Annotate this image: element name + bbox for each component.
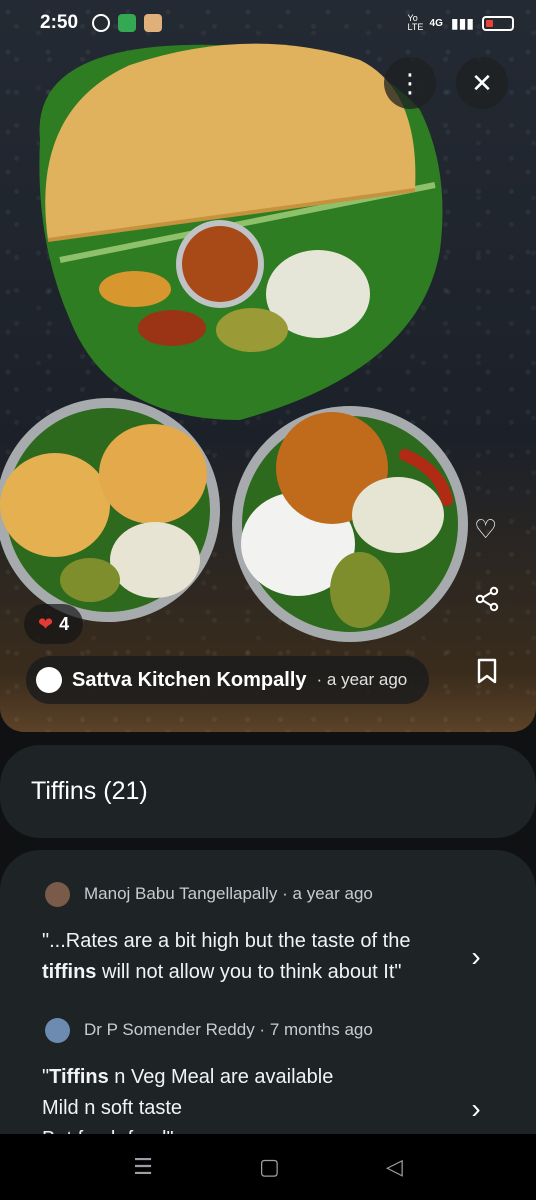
author-name: Sattva Kitchen Kompally	[72, 668, 307, 691]
bookmark-icon[interactable]	[476, 658, 498, 691]
close-icon: ✕	[471, 67, 493, 98]
podi-idli-1	[0, 453, 110, 557]
author-avatar	[36, 667, 62, 693]
green-app-icon	[118, 14, 137, 32]
podi	[99, 271, 171, 307]
green-chutney	[216, 308, 288, 352]
status-right: Yo LTE 4G ▮▮▮	[408, 14, 514, 32]
dish-title-card[interactable]: Tiffins (21)	[0, 745, 536, 838]
dish-title: Tiffins (21)	[31, 777, 148, 805]
recents-icon[interactable]: ☰	[133, 1154, 153, 1180]
more-options-button[interactable]: ⋮	[384, 57, 436, 109]
review-item[interactable]: Dr P Somender Reddy · 7 months ago "Tiff…	[0, 1016, 536, 1134]
author-time: · a year ago	[316, 670, 408, 689]
whatsapp-icon	[92, 14, 111, 32]
reviewer-meta: Manoj Babu Tangellapally · a year ago	[84, 884, 373, 903]
notification-icons	[92, 14, 163, 32]
back-icon[interactable]: ◁	[386, 1154, 403, 1180]
system-nav-bar: ☰ ▢ ◁	[0, 1134, 536, 1200]
chutney-left	[110, 522, 200, 598]
heart-filled-icon: ❤	[38, 613, 54, 634]
close-button[interactable]: ✕	[456, 57, 508, 109]
home-icon[interactable]: ▢	[259, 1154, 280, 1180]
status-bar: 2:50 Yo LTE 4G ▮▮▮	[0, 0, 536, 46]
battery-icon	[482, 15, 514, 31]
more-vert-icon: ⋮	[397, 67, 423, 98]
volte-label: Yo LTE	[407, 13, 424, 32]
signal-icon: ▮▮▮	[450, 14, 474, 31]
reviews-card: Manoj Babu Tangellapally · a year ago ".…	[0, 850, 536, 1134]
chevron-right-icon[interactable]: ›	[456, 1062, 496, 1134]
box-app-icon	[144, 14, 163, 32]
review-quote: "...Rates are a bit high but the taste o…	[42, 930, 411, 983]
reviewer-avatar	[45, 881, 70, 907]
network-label: 4G	[429, 17, 443, 29]
food-photo[interactable]: ⋮ ✕ ♡ ❤ 4 Sattva Kitchen Kompally · a ye…	[0, 0, 536, 732]
reviewer-avatar	[45, 1017, 70, 1043]
likes-count: 4	[59, 613, 70, 634]
heart-icon[interactable]: ♡	[474, 514, 497, 545]
review-quote: "Tiffins n Veg Meal are available Mild n…	[42, 1066, 334, 1134]
chevron-right-icon[interactable]: ›	[456, 926, 496, 988]
author-chip[interactable]: Sattva Kitchen Kompally · a year ago	[26, 656, 430, 704]
podi-idli-2	[99, 424, 207, 524]
reviewer-meta: Dr P Somender Reddy · 7 months ago	[84, 1020, 373, 1039]
pickle	[138, 310, 206, 346]
share-icon[interactable]	[474, 586, 500, 619]
review-item[interactable]: Manoj Babu Tangellapally · a year ago ".…	[0, 880, 536, 988]
status-time: 2:50	[40, 12, 79, 33]
likes-chip[interactable]: ❤ 4	[24, 604, 84, 644]
screen: ⋮ ✕ ♡ ❤ 4 Sattva Kitchen Kompally · a ye…	[0, 0, 536, 1200]
